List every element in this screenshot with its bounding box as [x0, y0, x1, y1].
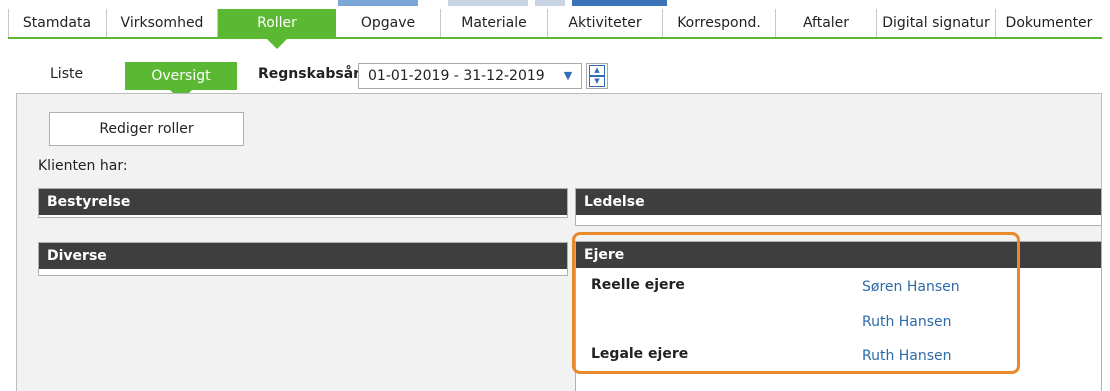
owner-link[interactable]: Ruth Hansen [862, 348, 952, 364]
subtab-oversigt[interactable]: Oversigt [125, 62, 237, 101]
section-header-bestyrelse: Bestyrelse [39, 189, 567, 215]
tab-aftaler[interactable]: Aftaler [776, 9, 877, 37]
tab-stamdata[interactable]: Stamdata [8, 9, 107, 37]
section-header-ledelse: Ledelse [576, 189, 1101, 215]
top-decoration [448, 0, 528, 6]
section-ejere: Ejere [575, 241, 1102, 391]
tab-korrespond[interactable]: Korrespond. [663, 9, 776, 37]
section-ledelse: Ledelse [575, 188, 1102, 226]
subtab-liste[interactable]: Liste [50, 66, 83, 82]
section-bestyrelse: Bestyrelse [38, 188, 568, 218]
tab-digital-signatur[interactable]: Digital signatur [877, 9, 996, 37]
arrow-up-icon[interactable]: ▲ [589, 65, 605, 76]
reelle-ejere-label: Reelle ejere [591, 277, 685, 293]
top-decoration [535, 0, 565, 6]
tab-materiale[interactable]: Materiale [441, 9, 548, 37]
tab-aktiviteter[interactable]: Aktiviteter [548, 9, 663, 37]
client-has-label: Klienten har: [38, 158, 128, 174]
fiscal-year-select[interactable]: 01-01-2019 - 31-12-2019 ▼ [358, 63, 582, 89]
arrow-down-icon[interactable]: ▼ [589, 76, 605, 87]
fiscal-year-label: Regnskabsår: [258, 66, 366, 82]
legale-ejere-label: Legale ejere [591, 346, 689, 362]
owner-link[interactable]: Søren Hansen [862, 279, 960, 295]
tab-virksomhed[interactable]: Virksomhed [107, 9, 218, 37]
tab-bar: Stamdata Virksomhed Roller Opgave Materi… [8, 9, 1102, 49]
year-spinner[interactable]: ▲ ▼ [586, 63, 608, 89]
top-decoration [338, 0, 418, 6]
fiscal-year-value: 01-01-2019 - 31-12-2019 [368, 68, 545, 84]
edit-roles-button[interactable]: Rediger roller [49, 112, 244, 146]
tab-dokumenter[interactable]: Dokumenter [996, 9, 1102, 37]
tab-opgave[interactable]: Opgave [336, 9, 441, 37]
owner-link[interactable]: Ruth Hansen [862, 314, 952, 330]
section-header-ejere: Ejere [576, 242, 1101, 268]
tab-roller[interactable]: Roller [218, 9, 336, 49]
section-diverse: Diverse [38, 242, 568, 276]
chevron-down-icon[interactable]: ▼ [555, 64, 581, 88]
sub-toolbar: Liste Oversigt Regnskabsår: 01-01-2019 -… [0, 58, 1110, 101]
section-header-diverse: Diverse [39, 243, 567, 269]
top-decoration [572, 0, 667, 6]
